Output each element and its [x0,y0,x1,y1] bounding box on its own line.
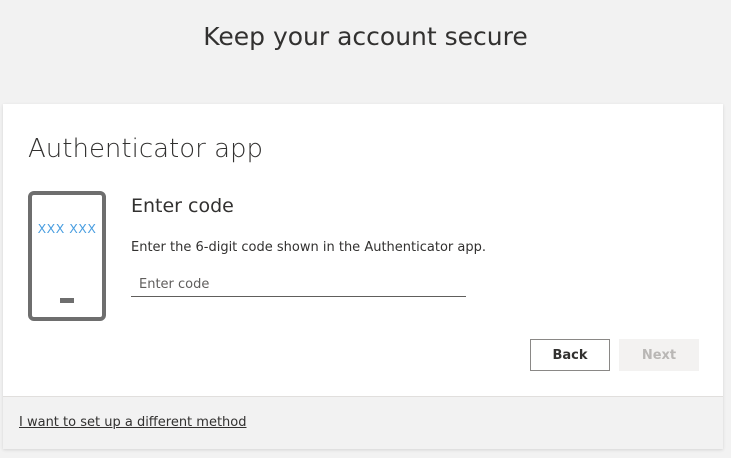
card-title: Authenticator app [28,134,264,164]
page-title: Keep your account secure [203,22,528,51]
next-button[interactable]: Next [619,339,699,371]
phone-code-text: XXX XXX [37,221,97,236]
phone-icon: XXX XXX [28,191,106,321]
card-footer: I want to set up a different method [3,396,723,449]
different-method-link[interactable]: I want to set up a different method [19,415,247,430]
back-button[interactable]: Back [530,339,610,371]
section-heading: Enter code [131,195,234,217]
setup-card: Authenticator app XXX XXX Enter code Ent… [3,104,723,449]
instructions-text: Enter the 6-digit code shown in the Auth… [131,240,486,255]
code-input[interactable] [131,272,466,297]
